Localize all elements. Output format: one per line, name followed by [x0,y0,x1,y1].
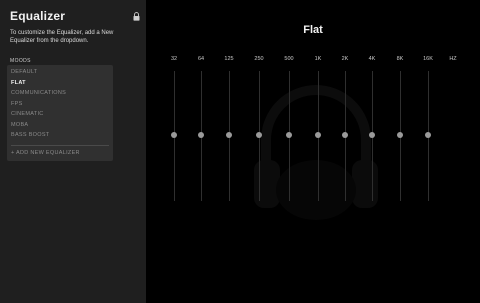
moods-label: MOODS [10,58,31,64]
add-new-equalizer-button[interactable]: + ADD NEW EQUALIZER [11,148,80,158]
preset-communications[interactable]: COMMUNICATIONS [11,88,66,98]
band-frequency-label: 32 [170,56,178,62]
panel-description: To customize the Equalizer, add a New Eq… [10,30,114,44]
band-frequency-label: 2K [341,56,349,62]
eq-band: 500 [281,0,297,303]
preset-dropdown[interactable]: DEFAULT FLAT COMMUNICATIONS FPS CINEMATI… [7,65,113,161]
panel-title: Equalizer [10,9,66,23]
preset-moba[interactable]: MOBA [11,120,28,130]
equalizer-main: Flat 32 64 125 250 500 1K 2K 4K 8K 16K HZ [146,0,480,303]
eq-band: 16K [420,0,436,303]
preset-flat[interactable]: FLAT [11,78,26,88]
eq-band: 1K [310,0,326,303]
band-slider-knob[interactable] [369,132,375,138]
band-slider-knob[interactable] [256,132,262,138]
eq-band: 32 [166,0,182,303]
band-frequency-label: 16K [423,56,433,62]
band-frequency-label: 64 [197,56,205,62]
band-slider-knob[interactable] [397,132,403,138]
equalizer-sidebar: Equalizer To customize the Equalizer, ad… [0,0,146,303]
band-frequency-label: 500 [284,56,294,62]
band-slider-knob[interactable] [342,132,348,138]
band-frequency-label: 250 [254,56,264,62]
preset-fps[interactable]: FPS [11,99,23,109]
hz-unit-label: HZ [449,56,457,62]
eq-band: 2K [337,0,353,303]
eq-band: 4K [364,0,380,303]
lock-icon[interactable] [133,12,140,21]
band-frequency-label: 125 [224,56,234,62]
eq-band: 64 [193,0,209,303]
band-slider-knob[interactable] [425,132,431,138]
dropdown-divider [11,145,109,146]
band-frequency-label: 1K [314,56,322,62]
band-slider-knob[interactable] [226,132,232,138]
eq-band: 250 [251,0,267,303]
band-frequency-label: 8K [396,56,404,62]
band-frequency-label: 4K [368,56,376,62]
preset-bass-boost[interactable]: BASS BOOST [11,130,49,140]
preset-default[interactable]: DEFAULT [11,67,37,77]
band-slider-knob[interactable] [171,132,177,138]
band-slider-knob[interactable] [198,132,204,138]
band-slider-knob[interactable] [315,132,321,138]
band-slider-knob[interactable] [286,132,292,138]
eq-band: 8K [392,0,408,303]
preset-cinematic[interactable]: CINEMATIC [11,109,44,119]
eq-band: 125 [221,0,237,303]
